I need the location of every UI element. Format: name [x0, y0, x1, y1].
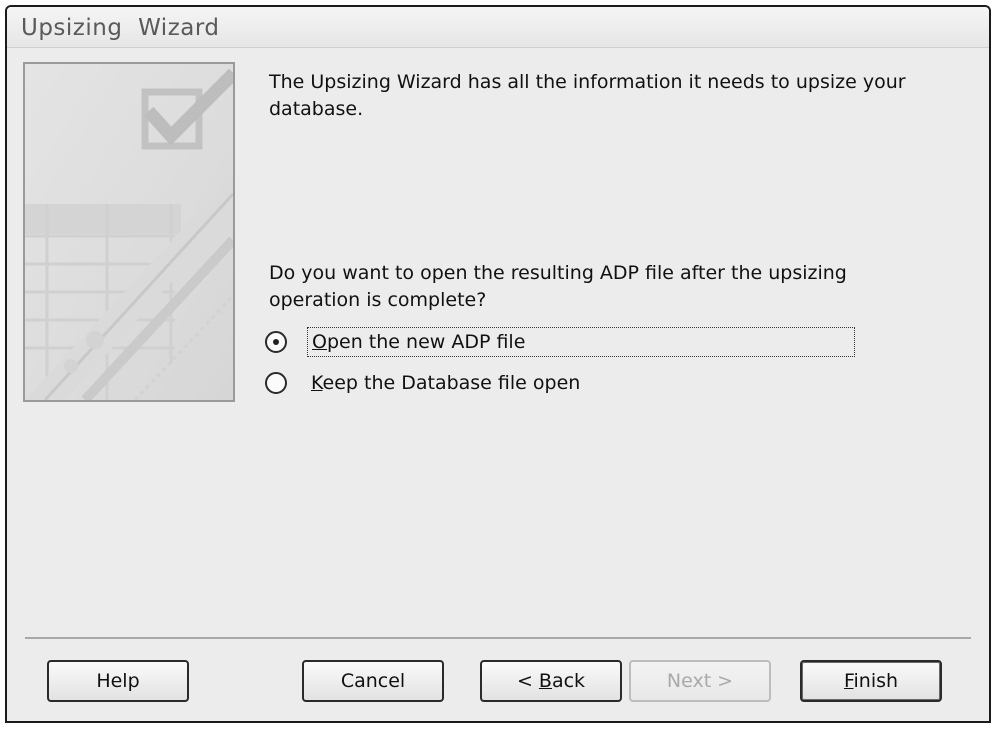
back-label-text: ack: [551, 670, 586, 692]
back-arrow-text: <: [516, 670, 539, 692]
back-button[interactable]: < Back: [480, 660, 622, 702]
window-title: Upsizing Wizard: [21, 15, 220, 41]
option-keep-database[interactable]: Keep the Database file open: [265, 368, 584, 398]
button-divider: [25, 637, 971, 639]
help-button[interactable]: Help: [47, 660, 189, 702]
radio-open-adp[interactable]: [265, 331, 287, 353]
wizard-side-image: [23, 62, 235, 402]
finish-button[interactable]: Finish: [800, 660, 942, 702]
option-open-adp[interactable]: Open the new ADP file: [265, 327, 855, 357]
next-button: Next >: [629, 660, 771, 702]
question-text: Do you want to open the resulting ADP fi…: [269, 262, 847, 311]
upsizing-wizard-window: Upsizing Wizard The Upsizing Wizard has …: [5, 5, 991, 723]
cancel-button[interactable]: Cancel: [302, 660, 444, 702]
option-label-text: eep the Database file open: [322, 372, 581, 394]
mnemonic-letter: K: [311, 372, 323, 394]
option-label-text: pen the new ADP file: [326, 331, 526, 353]
option-keep-database-label[interactable]: Keep the Database file open: [307, 370, 584, 396]
option-open-adp-label[interactable]: Open the new ADP file: [307, 327, 855, 357]
finish-label-text: inish: [853, 670, 899, 692]
intro-text: The Upsizing Wizard has all the informat…: [269, 71, 906, 120]
mnemonic-letter: F: [843, 670, 854, 692]
mnemonic-letter: O: [312, 331, 327, 353]
radio-selected-dot: [273, 339, 279, 345]
mnemonic-letter: B: [538, 670, 552, 692]
radio-keep-database[interactable]: [265, 372, 287, 394]
title-bar[interactable]: Upsizing Wizard: [7, 7, 989, 48]
checkmark-checkbox-icon: [25, 64, 233, 400]
